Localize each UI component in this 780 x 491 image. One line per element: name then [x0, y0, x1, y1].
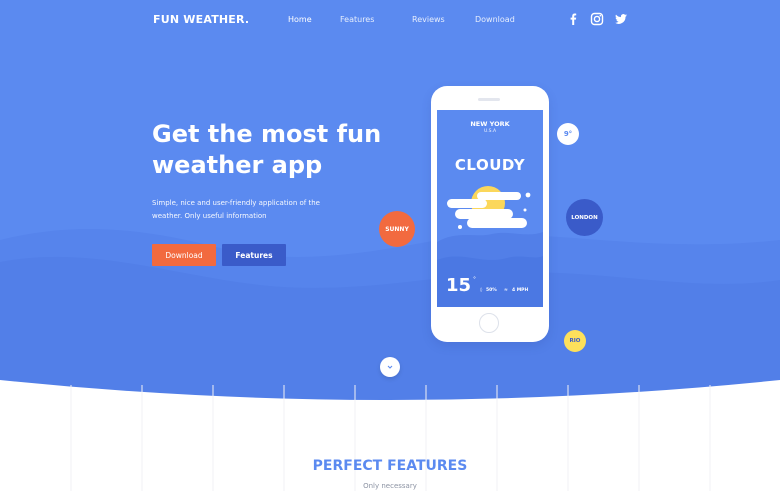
phone-degree: °: [473, 276, 476, 283]
features-title: PERFECT FEATURES: [312, 458, 468, 474]
hero-subtitle: Simple, nice and user-friendly applicati…: [152, 197, 332, 223]
cloud-icon: [455, 209, 513, 219]
phone-speaker: [478, 98, 500, 101]
nav-home[interactable]: Home: [288, 15, 312, 24]
brand-logo[interactable]: FUN WEATHER.: [153, 13, 249, 26]
nav-download[interactable]: Download: [475, 15, 515, 24]
facebook-icon[interactable]: [566, 12, 580, 26]
hero-headline: Get the most fun weather app: [152, 119, 392, 181]
phone-humidity: 50%: [486, 288, 497, 293]
bubble-london: LONDON: [566, 199, 603, 236]
headline-line-2: weather app: [152, 151, 323, 179]
download-button[interactable]: Download: [152, 244, 216, 266]
twitter-icon[interactable]: [614, 12, 628, 26]
phone-screen: NEW YORK U.S.A CLOUDY 15 ° ◊ 50% ≈ 4 MPH: [437, 110, 543, 307]
hero-section: FUN WEATHER. Home Features Reviews Downl…: [0, 0, 780, 410]
nav-reviews[interactable]: Reviews: [412, 15, 445, 24]
phone-mockup: NEW YORK U.S.A CLOUDY 15 ° ◊ 50% ≈ 4 MPH: [431, 86, 549, 342]
bubble-sunny: SUNNY: [379, 211, 415, 247]
humidity-icon: ◊: [480, 288, 483, 293]
nav-features[interactable]: Features: [340, 15, 374, 24]
bubble-rio: RIO: [564, 330, 586, 352]
phone-home-button: [479, 313, 499, 333]
features-button[interactable]: Features: [222, 244, 286, 266]
headline-line-1: Get the most fun: [152, 120, 382, 148]
hero-waves: [0, 228, 780, 410]
background-grid: [70, 385, 711, 491]
bubble-temperature: 9°: [557, 123, 579, 145]
instagram-icon[interactable]: [590, 12, 604, 26]
chevron-down-icon: [387, 365, 393, 369]
scroll-down-button[interactable]: [380, 357, 400, 377]
phone-city: NEW YORK: [470, 120, 510, 128]
phone-temperature: 15: [446, 275, 472, 296]
phone-wind: 4 MPH: [512, 288, 529, 293]
wind-icon: ≈: [504, 288, 508, 293]
subtitle-line-2: weather. Only useful information: [152, 212, 267, 220]
subtitle-line-1: Simple, nice and user-friendly applicati…: [152, 199, 320, 207]
phone-condition: CLOUDY: [454, 156, 526, 174]
phone-country: U.S.A: [483, 129, 497, 134]
features-subtitle: Only necessary: [363, 482, 417, 490]
